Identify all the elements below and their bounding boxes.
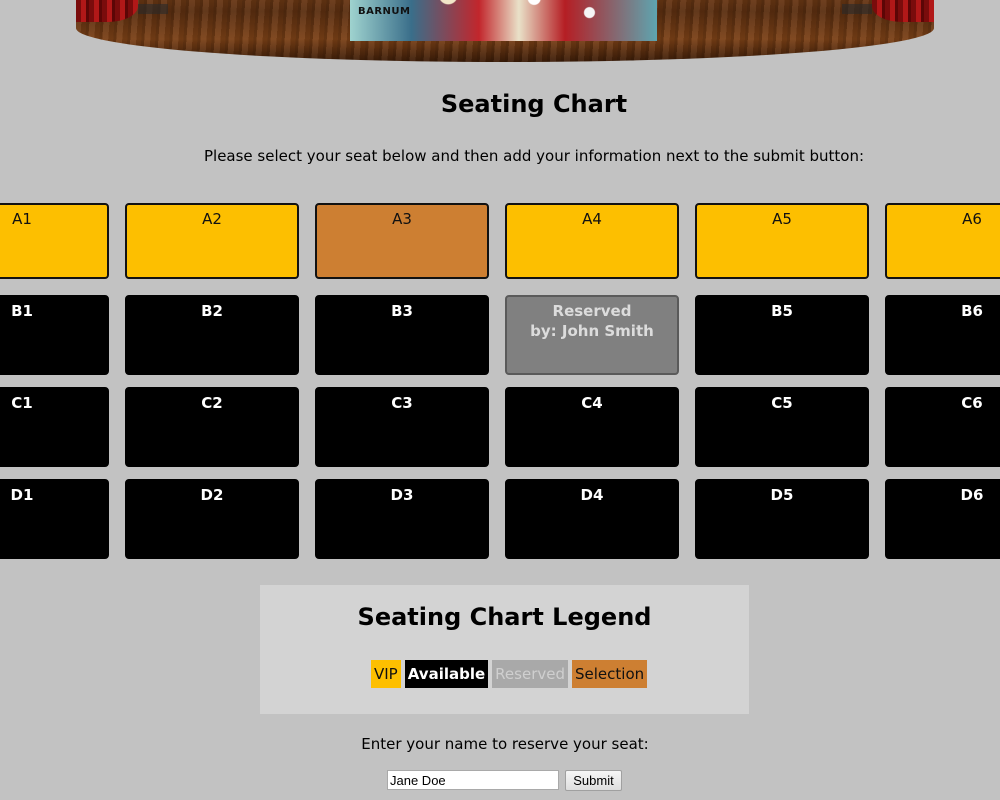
seat-label: A3	[392, 210, 412, 228]
seat-c1[interactable]: C1	[0, 387, 109, 467]
seat-b6[interactable]: B6	[885, 295, 1000, 375]
seat-label: A2	[202, 210, 222, 228]
seat-a1[interactable]: A1	[0, 203, 109, 279]
seat-c3[interactable]: C3	[315, 387, 489, 467]
submit-button[interactable]: Submit	[565, 770, 622, 791]
legend-keys: VIP Available Reserved Selection	[371, 660, 648, 688]
name-prompt: Enter your name to reserve your seat:	[361, 735, 649, 753]
seat-label: D4	[580, 486, 604, 504]
seat-label: D6	[960, 486, 984, 504]
seat-label: A1	[12, 210, 32, 228]
seat-label: A5	[772, 210, 792, 228]
seat-label: C2	[201, 394, 223, 412]
seat-c6[interactable]: C6	[885, 387, 1000, 467]
seat-d5[interactable]: D5	[695, 479, 869, 559]
seat-c4[interactable]: C4	[505, 387, 679, 467]
legend-key-selection: Selection	[572, 660, 648, 688]
seat-d6[interactable]: D6	[885, 479, 1000, 559]
seat-label: A6	[962, 210, 982, 228]
seating-chart-legend: Seating Chart Legend VIP Available Reser…	[260, 585, 749, 714]
seat-b3[interactable]: B3	[315, 295, 489, 375]
legend-title: Seating Chart Legend	[357, 603, 652, 631]
seat-label: C4	[581, 394, 603, 412]
seat-label: Reserved	[552, 302, 632, 320]
seat-a4[interactable]: A4	[505, 203, 679, 279]
seat-b2[interactable]: B2	[125, 295, 299, 375]
seat-d4[interactable]: D4	[505, 479, 679, 559]
legend-key-vip: VIP	[371, 660, 401, 688]
seat-b5[interactable]: B5	[695, 295, 869, 375]
seat-label: B2	[201, 302, 223, 320]
seat-label: D2	[200, 486, 224, 504]
seat-label: D5	[770, 486, 794, 504]
name-input[interactable]	[387, 770, 559, 790]
seat-d1[interactable]: D1	[0, 479, 109, 559]
legend-key-available: Available	[404, 660, 489, 688]
seat-a3[interactable]: A3	[315, 203, 489, 279]
seat-label: C1	[11, 394, 33, 412]
seat-label: C5	[771, 394, 793, 412]
seat-a5[interactable]: A5	[695, 203, 869, 279]
seat-label: A4	[582, 210, 602, 228]
seat-d3[interactable]: D3	[315, 479, 489, 559]
seat-label: C6	[961, 394, 983, 412]
seat-a2[interactable]: A2	[125, 203, 299, 279]
seat-label: B5	[771, 302, 793, 320]
seat-a6[interactable]: A6	[885, 203, 1000, 279]
seat-reserved-by: by: John Smith	[530, 322, 654, 340]
seat-label: B6	[961, 302, 983, 320]
seat-reserved: Reserved by: John Smith	[505, 295, 679, 375]
seat-label: D1	[10, 486, 34, 504]
seat-c5[interactable]: C5	[695, 387, 869, 467]
seat-c2[interactable]: C2	[125, 387, 299, 467]
seat-label: B3	[391, 302, 413, 320]
legend-key-reserved: Reserved	[492, 660, 568, 688]
seat-label: C3	[391, 394, 413, 412]
seating-chart-grid: A1 A2 A3 A4 A5 A6 B1 B2 B3 Reserved by: John Smith…	[0, 0, 1000, 570]
seat-b1[interactable]: B1	[0, 295, 109, 375]
seat-label: B1	[11, 302, 33, 320]
seat-label: D3	[390, 486, 414, 504]
seat-d2[interactable]: D2	[125, 479, 299, 559]
